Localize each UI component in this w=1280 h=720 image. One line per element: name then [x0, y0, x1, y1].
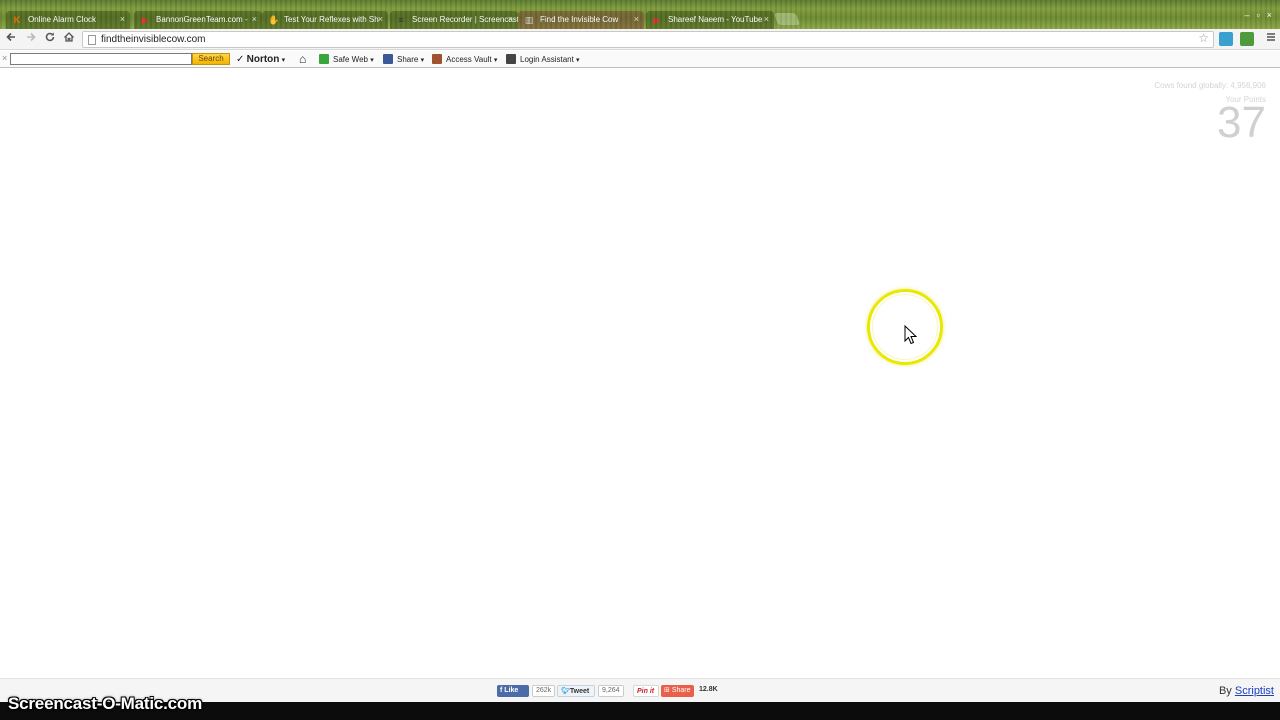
norton-safe-web-menu[interactable]: Safe Web ▾	[319, 52, 374, 67]
tab-close-icon[interactable]: ×	[378, 11, 383, 28]
tab-close-icon[interactable]: ×	[634, 11, 639, 28]
back-icon[interactable]	[3, 31, 19, 47]
extension-norton-icon[interactable]	[1240, 32, 1254, 46]
tab-bannongreenteam[interactable]: ▶ BannonGreenTeam.com - ×	[134, 11, 262, 29]
tab-label: Test Your Reflexes with Sh	[284, 15, 379, 24]
browser-tab-strip: K Online Alarm Clock × ▶ BannonGreenTeam…	[0, 0, 1280, 29]
twitter-bird-icon: 🐦︎	[561, 688, 570, 695]
tab-find-the-invisible-cow[interactable]: ▥ Find the Invisible Cow ×	[518, 11, 644, 29]
tab-close-icon[interactable]: ×	[764, 11, 769, 28]
window-close-icon[interactable]: ×	[1267, 10, 1272, 20]
tweet-label: Tweet	[569, 688, 590, 695]
address-bar[interactable]: findtheinvisiblecow.com ☆	[82, 31, 1214, 48]
norton-check-icon: ✓	[236, 54, 245, 65]
scriptist-link[interactable]: Scriptist	[1235, 685, 1274, 697]
norton-close-icon[interactable]: ×	[2, 53, 7, 63]
tab-label: Screen Recorder | Screencast	[412, 15, 518, 24]
chevron-down-icon: ▾	[493, 57, 498, 64]
facebook-icon	[383, 54, 393, 64]
norton-brand-menu[interactable]: ✓ Norton ▾	[236, 52, 285, 67]
login-assistant-label: Login Assistant	[520, 55, 574, 64]
home-icon[interactable]	[61, 31, 77, 47]
screen: K Online Alarm Clock × ▶ BannonGreenTeam…	[0, 0, 1280, 720]
tab-test-your-reflexes[interactable]: ✋ Test Your Reflexes with Sh ×	[262, 11, 388, 29]
share-label: Share	[397, 55, 419, 64]
alarm-clock-favicon-icon: K	[13, 15, 21, 25]
norton-brand-label: Norton	[246, 54, 280, 65]
facebook-like-button[interactable]: f Like	[497, 685, 529, 697]
byline: By Scriptist	[1219, 685, 1274, 697]
youtube-favicon-icon: ▶	[653, 15, 661, 25]
safe-web-icon	[319, 54, 329, 64]
tab-close-icon[interactable]: ×	[120, 11, 125, 28]
cows-found-globally: Cows found globally: 4,956,906	[1154, 81, 1266, 90]
pin-it-button[interactable]: Pin it	[633, 685, 659, 697]
game-stats: Cows found globally: 4,956,906 Your Poin…	[1154, 80, 1266, 147]
bookmark-star-icon[interactable]: ☆	[1198, 31, 1209, 45]
tab-close-icon[interactable]: ×	[508, 11, 513, 28]
home-icon: ⌂	[299, 52, 307, 66]
forward-icon[interactable]	[23, 31, 39, 47]
share-label: Share	[671, 687, 691, 694]
url-text: findtheinvisiblecow.com	[101, 34, 206, 45]
access-vault-label: Access Vault	[446, 55, 492, 64]
youtube-favicon-icon: ▶	[141, 15, 149, 25]
maximize-icon[interactable]: ▫	[1257, 10, 1260, 20]
tab-label: BannonGreenTeam.com -	[156, 15, 248, 24]
share-icon: ⊞	[664, 687, 670, 694]
facebook-icon: f	[500, 687, 503, 694]
login-assistant-icon	[506, 54, 516, 64]
new-tab-button[interactable]	[773, 13, 801, 25]
tab-online-alarm-clock[interactable]: K Online Alarm Clock ×	[6, 11, 130, 29]
norton-access-vault-menu[interactable]: Access Vault ▾	[432, 52, 497, 67]
screencast-watermark: Screencast-O-Matic.com	[8, 694, 203, 713]
chevron-down-icon: ▾	[370, 57, 374, 64]
share-count: 12.8K	[699, 686, 718, 693]
page-icon	[88, 35, 96, 45]
tab-label: Online Alarm Clock	[28, 15, 97, 24]
screencast-favicon-icon: ≡	[398, 15, 404, 25]
reload-icon[interactable]	[42, 31, 58, 47]
norton-toolbar: × Search ✓ Norton ▾ ⌂ Safe Web ▾ Share ▾…	[0, 51, 1280, 68]
tweet-count: 9,264	[598, 685, 624, 697]
mouse-pointer-icon	[904, 325, 918, 345]
chevron-down-icon: ▾	[420, 57, 425, 64]
tab-label: Shareef Naeem - YouTube	[668, 15, 763, 24]
share-button[interactable]: ⊞ Share	[661, 685, 694, 697]
extension-m-icon[interactable]	[1219, 32, 1233, 46]
tab-label: Find the Invisible Cow	[540, 15, 619, 24]
tab-screen-recorder[interactable]: ≡ Screen Recorder | Screencast ×	[390, 11, 518, 29]
norton-search-button[interactable]: Search	[192, 53, 230, 65]
safe-web-label: Safe Web	[333, 55, 368, 64]
menu-icon[interactable]	[1263, 31, 1279, 47]
tweet-button[interactable]: 🐦︎Tweet	[557, 685, 595, 697]
page-favicon-icon: ▥	[524, 15, 534, 25]
chevron-down-icon: ▾	[281, 57, 286, 64]
hand-favicon-icon: ✋	[268, 15, 280, 25]
points-value: 37	[1217, 98, 1266, 147]
like-label: Like	[504, 687, 519, 694]
norton-login-assistant-menu[interactable]: Login Assistant ▾	[506, 52, 580, 67]
vault-icon	[432, 54, 442, 64]
minimize-icon[interactable]: –	[1245, 10, 1250, 20]
tab-close-icon[interactable]: ×	[252, 11, 257, 28]
norton-share-menu[interactable]: Share ▾	[383, 52, 424, 67]
norton-search-input[interactable]	[10, 53, 192, 65]
window-controls: – ▫ ×	[1245, 10, 1272, 20]
by-text: By	[1218, 685, 1232, 697]
tab-shareef-naeem-youtube[interactable]: ▶ Shareef Naeem - YouTube ×	[646, 11, 774, 29]
browser-toolbar: findtheinvisiblecow.com ☆	[0, 29, 1280, 50]
norton-home-button[interactable]: ⌂	[299, 52, 306, 67]
chevron-down-icon: ▾	[576, 57, 580, 64]
like-count: 262k	[532, 685, 556, 697]
